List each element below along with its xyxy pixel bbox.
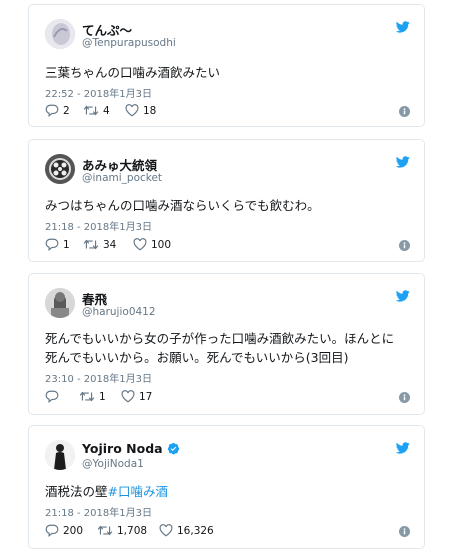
user-handle[interactable]: @harujio0412 [82, 306, 156, 318]
avatar[interactable] [45, 288, 75, 318]
tweet-card[interactable]: 春飛 @harujio0412 死んでもいいから女の子が作った口噛み酒飲みたい。… [28, 273, 425, 415]
reply-icon [45, 238, 59, 251]
heart-icon [133, 238, 147, 251]
tweet-card[interactable]: あみゅ大統領 @inami_pocket みつはちゃんの口噛み酒ならいくらでも飲… [28, 139, 425, 262]
retweet-button[interactable]: 34 [83, 238, 116, 251]
avatar[interactable] [45, 440, 75, 470]
reply-count: 1 [63, 238, 70, 251]
info-icon[interactable] [399, 240, 410, 251]
tweet-actions: 1 34 100 [45, 238, 410, 254]
twitter-bird-icon[interactable] [396, 156, 410, 168]
like-button[interactable]: 100 [133, 238, 171, 251]
tweet-card[interactable]: てんぷ〜 @Tenpurapusodhi 三葉ちゃんの口噛み酒飲みたい 22:5… [28, 4, 425, 127]
info-icon[interactable] [399, 392, 410, 403]
retweet-button[interactable]: 1,708 [97, 524, 147, 537]
reply-icon [45, 390, 59, 403]
tweet-text: みつはちゃんの口噛み酒ならいくらでも飲むわ。 [45, 196, 410, 215]
reply-button[interactable]: 200 [45, 524, 83, 537]
retweet-button[interactable]: 1 [79, 390, 106, 403]
tweet-actions: 200 1,708 16,326 [45, 524, 410, 540]
reply-button[interactable] [45, 390, 63, 403]
verified-badge-icon [167, 442, 179, 455]
info-icon[interactable] [399, 526, 410, 537]
tweet-actions: 1 17 [45, 390, 410, 406]
tweet-text: 死んでもいいから女の子が作った口噛み酒飲みたい。ほんとに 死んでもいいから。お願… [45, 329, 410, 367]
tweet-text: 三葉ちゃんの口噛み酒飲みたい [45, 63, 410, 82]
hashtag-link[interactable]: #口噛み酒 [108, 484, 168, 499]
like-count: 16,326 [177, 524, 214, 537]
tweet-header: 春飛 @harujio0412 [45, 288, 410, 322]
retweet-icon [97, 525, 113, 536]
twitter-bird-icon[interactable] [396, 21, 410, 33]
reply-icon [45, 524, 59, 537]
tweet-actions: 2 4 18 [45, 104, 410, 120]
avatar[interactable] [45, 154, 75, 184]
twitter-bird-icon[interactable] [396, 442, 410, 454]
retweet-count: 1 [99, 390, 106, 403]
tweet-header: あみゅ大統領 @inami_pocket [45, 154, 410, 188]
like-button[interactable]: 18 [125, 104, 156, 117]
reply-button[interactable]: 2 [45, 104, 70, 117]
reply-button[interactable]: 1 [45, 238, 70, 251]
tweet-text-line: 酒税法の壁 [45, 484, 108, 499]
heart-icon [121, 390, 135, 403]
like-button[interactable]: 17 [121, 390, 152, 403]
timestamp[interactable]: 21:18 - 2018年1月3日 [45, 218, 152, 233]
timestamp[interactable]: 23:10 - 2018年1月3日 [45, 370, 152, 385]
twitter-bird-icon[interactable] [396, 290, 410, 302]
avatar[interactable] [45, 19, 75, 49]
timestamp[interactable]: 22:52 - 2018年1月3日 [45, 85, 152, 100]
retweet-count: 34 [103, 238, 117, 251]
like-count: 100 [151, 238, 172, 251]
display-name-text: Yojiro Noda [82, 441, 163, 456]
heart-icon [125, 104, 139, 117]
tweet-text-line: 死んでもいいから。お願い。死んでもいいから(3回目) [45, 350, 349, 365]
user-handle[interactable]: @YojiNoda1 [82, 458, 144, 470]
tweet-text-line: 死んでもいいから女の子が作った口噛み酒飲みたい。ほんとに [45, 331, 395, 346]
user-handle[interactable]: @Tenpurapusodhi [82, 37, 176, 49]
retweet-count: 4 [103, 104, 110, 117]
timestamp[interactable]: 21:18 - 2018年1月3日 [45, 504, 152, 519]
display-name[interactable]: Yojiro Noda [82, 441, 180, 456]
reply-count: 200 [63, 524, 84, 537]
tweet-text: 酒税法の壁#口噛み酒 [45, 482, 410, 501]
tweet-text-line: 三葉ちゃんの口噛み酒飲みたい [45, 65, 221, 80]
retweet-button[interactable]: 4 [83, 104, 110, 117]
info-icon[interactable] [399, 106, 410, 117]
like-count: 18 [143, 104, 157, 117]
tweet-text-line: みつはちゃんの口噛み酒ならいくらでも飲むわ。 [45, 198, 320, 213]
user-handle[interactable]: @inami_pocket [82, 172, 162, 184]
reply-icon [45, 104, 59, 117]
tweet-header: てんぷ〜 @Tenpurapusodhi [45, 19, 410, 53]
retweet-icon [79, 391, 95, 402]
tweet-header: Yojiro Noda @YojiNoda1 [45, 440, 410, 474]
reply-count: 2 [63, 104, 70, 117]
retweet-icon [83, 239, 99, 250]
like-count: 17 [139, 390, 153, 403]
heart-icon [159, 524, 173, 537]
retweet-count: 1,708 [117, 524, 148, 537]
tweet-card[interactable]: Yojiro Noda @YojiNoda1 酒税法の壁#口噛み酒 21:18 … [28, 425, 425, 549]
like-button[interactable]: 16,326 [159, 524, 214, 537]
retweet-icon [83, 105, 99, 116]
